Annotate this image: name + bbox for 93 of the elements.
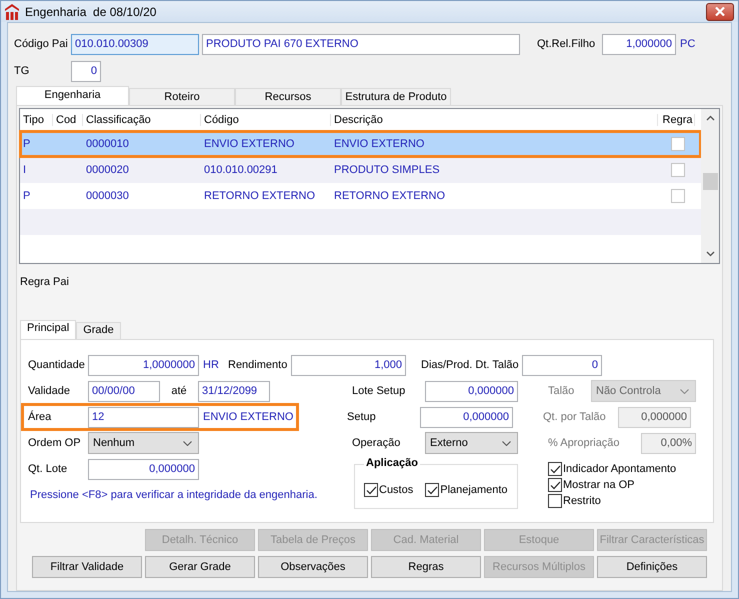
field-label: Validade [28,385,71,397]
field-label: Rendimento [228,359,288,371]
table-cell-text: RETORNO EXTERNO [333,190,446,202]
tab[interactable]: Estrutura de Produto [341,88,451,105]
field-label: Ordem OP [28,437,82,449]
action-button[interactable]: Filtrar Validade [32,556,142,578]
checkmark-icon [550,464,560,474]
area-code-field[interactable]: 12 [88,406,199,428]
checkmark-icon [426,486,438,494]
field-label: Setup [347,411,377,423]
table-cell-text: I [22,164,28,176]
window-title: Engenharia de 08/10/20 [25,4,156,18]
scroll-up-icon[interactable] [706,115,714,121]
unit-label: PC [679,38,696,50]
field-label: até [170,385,188,397]
dropdown[interactable]: Nenhum [88,432,199,454]
column-header[interactable]: Código [201,114,331,126]
tg-field[interactable]: 0 [71,60,101,82]
field-label: Qt. por Talão [543,411,607,423]
checkmark-icon [366,486,376,494]
days-field[interactable]: 0 [522,354,602,376]
group-title: Aplicação [364,457,420,469]
quantity-field[interactable]: 1,0000000 [88,354,199,376]
field-label: Quantidade [28,359,86,371]
area-name: ENVIO EXTERNO [202,411,294,423]
checkbox[interactable] [671,189,685,203]
table-cell-text: ENVIO EXTERNO [333,138,426,150]
table-cell-text: RETORNO EXTERNO [203,190,316,202]
field-label: Qt.Rel.Filho [537,38,596,50]
action-button[interactable]: Gerar Grade [145,556,255,578]
field-label: Área [28,411,52,423]
field-label: Operação [352,437,402,449]
table-cell-text: PRODUTO SIMPLES [333,164,441,176]
checkbox[interactable]: Indicador Apontamento [548,462,676,476]
checkbox[interactable]: Custos [364,483,414,497]
table-cell-text: ENVIO EXTERNO [203,138,296,150]
field-label: % Apropriação [548,437,621,449]
field-label: TG [14,65,30,77]
chevron-down-icon [502,440,511,446]
code-field[interactable]: 010.010.00309 [71,34,199,54]
field-label: Lote Setup [352,385,406,397]
scrollbar[interactable] [701,109,719,263]
close-icon [715,7,725,16]
tab[interactable]: Recursos [235,88,341,105]
dropdown[interactable]: Externo [425,432,518,454]
checkbox[interactable]: Planejamento [425,483,508,497]
scroll-down-icon[interactable] [706,251,714,257]
table-cell-text: 0000020 [85,164,130,176]
lot-quantity-field[interactable]: 0,000000 [88,458,199,480]
date-field[interactable]: 31/12/2099 [198,380,270,402]
tab[interactable]: Grade [76,322,121,339]
column-header[interactable]: Descrição [331,114,658,126]
checkbox[interactable] [671,137,685,151]
table-cell-text: P [22,190,32,202]
checkbox[interactable]: Restrito [548,494,676,508]
table-row[interactable]: I 0000020 010.010.00291 PRODUTO SIMPLES [20,157,701,183]
chevron-down-icon [183,440,192,446]
action-button[interactable]: Regras [371,556,481,578]
action-button[interactable]: Definições [597,556,707,578]
setup-field[interactable]: 0,000000 [420,406,513,428]
quantity-field[interactable]: 1,000000 [602,34,676,54]
column-header[interactable]: Cod [53,114,83,126]
yield-field[interactable]: 1,000 [291,354,406,376]
table-row[interactable]: P 0000030 RETORNO EXTERNO RETORNO EXTERNO [20,183,701,209]
hint-text: Pressione <F8> para verificar a integridade da engenharia. [29,489,318,501]
column-header[interactable]: Tipo [20,114,53,126]
table-row[interactable]: P 0000010 ENVIO EXTERNO ENVIO EXTERNO [20,131,701,157]
checkmark-icon [550,480,560,490]
field-label: Dias/Prod. Dt. Talão [421,359,520,371]
tab[interactable]: Engenharia [16,86,129,105]
section-label: Regra Pai [20,276,70,290]
action-button[interactable]: Observações [258,556,368,578]
app-logo-icon [5,4,19,20]
scroll-thumb[interactable] [702,173,718,190]
checkbox[interactable] [671,163,685,177]
close-button[interactable] [706,2,734,20]
unit-label: HR [202,359,220,371]
table-cell-text: 0000010 [85,138,130,150]
setup-lot-field[interactable]: 0,000000 [425,380,518,402]
table-cell-text: 0000030 [85,190,130,202]
field-label: Qt. Lote [28,463,68,475]
date-field[interactable]: 00/00/00 [88,380,160,402]
description-field[interactable]: PRODUTO PAI 670 EXTERNO [202,34,520,54]
column-header[interactable]: Regra [658,114,695,126]
checkbox[interactable]: Mostrar na OP [548,478,676,492]
table-cell-text: P [22,138,32,150]
chevron-down-icon [680,388,689,394]
column-header[interactable]: Classificação [83,114,201,126]
tab[interactable]: Roteiro [129,88,235,105]
tab[interactable]: Principal [20,320,76,339]
table-cell-text: 010.010.00291 [203,164,278,176]
field-label: Código Pai [14,38,69,50]
field-label: Talão [548,385,576,397]
